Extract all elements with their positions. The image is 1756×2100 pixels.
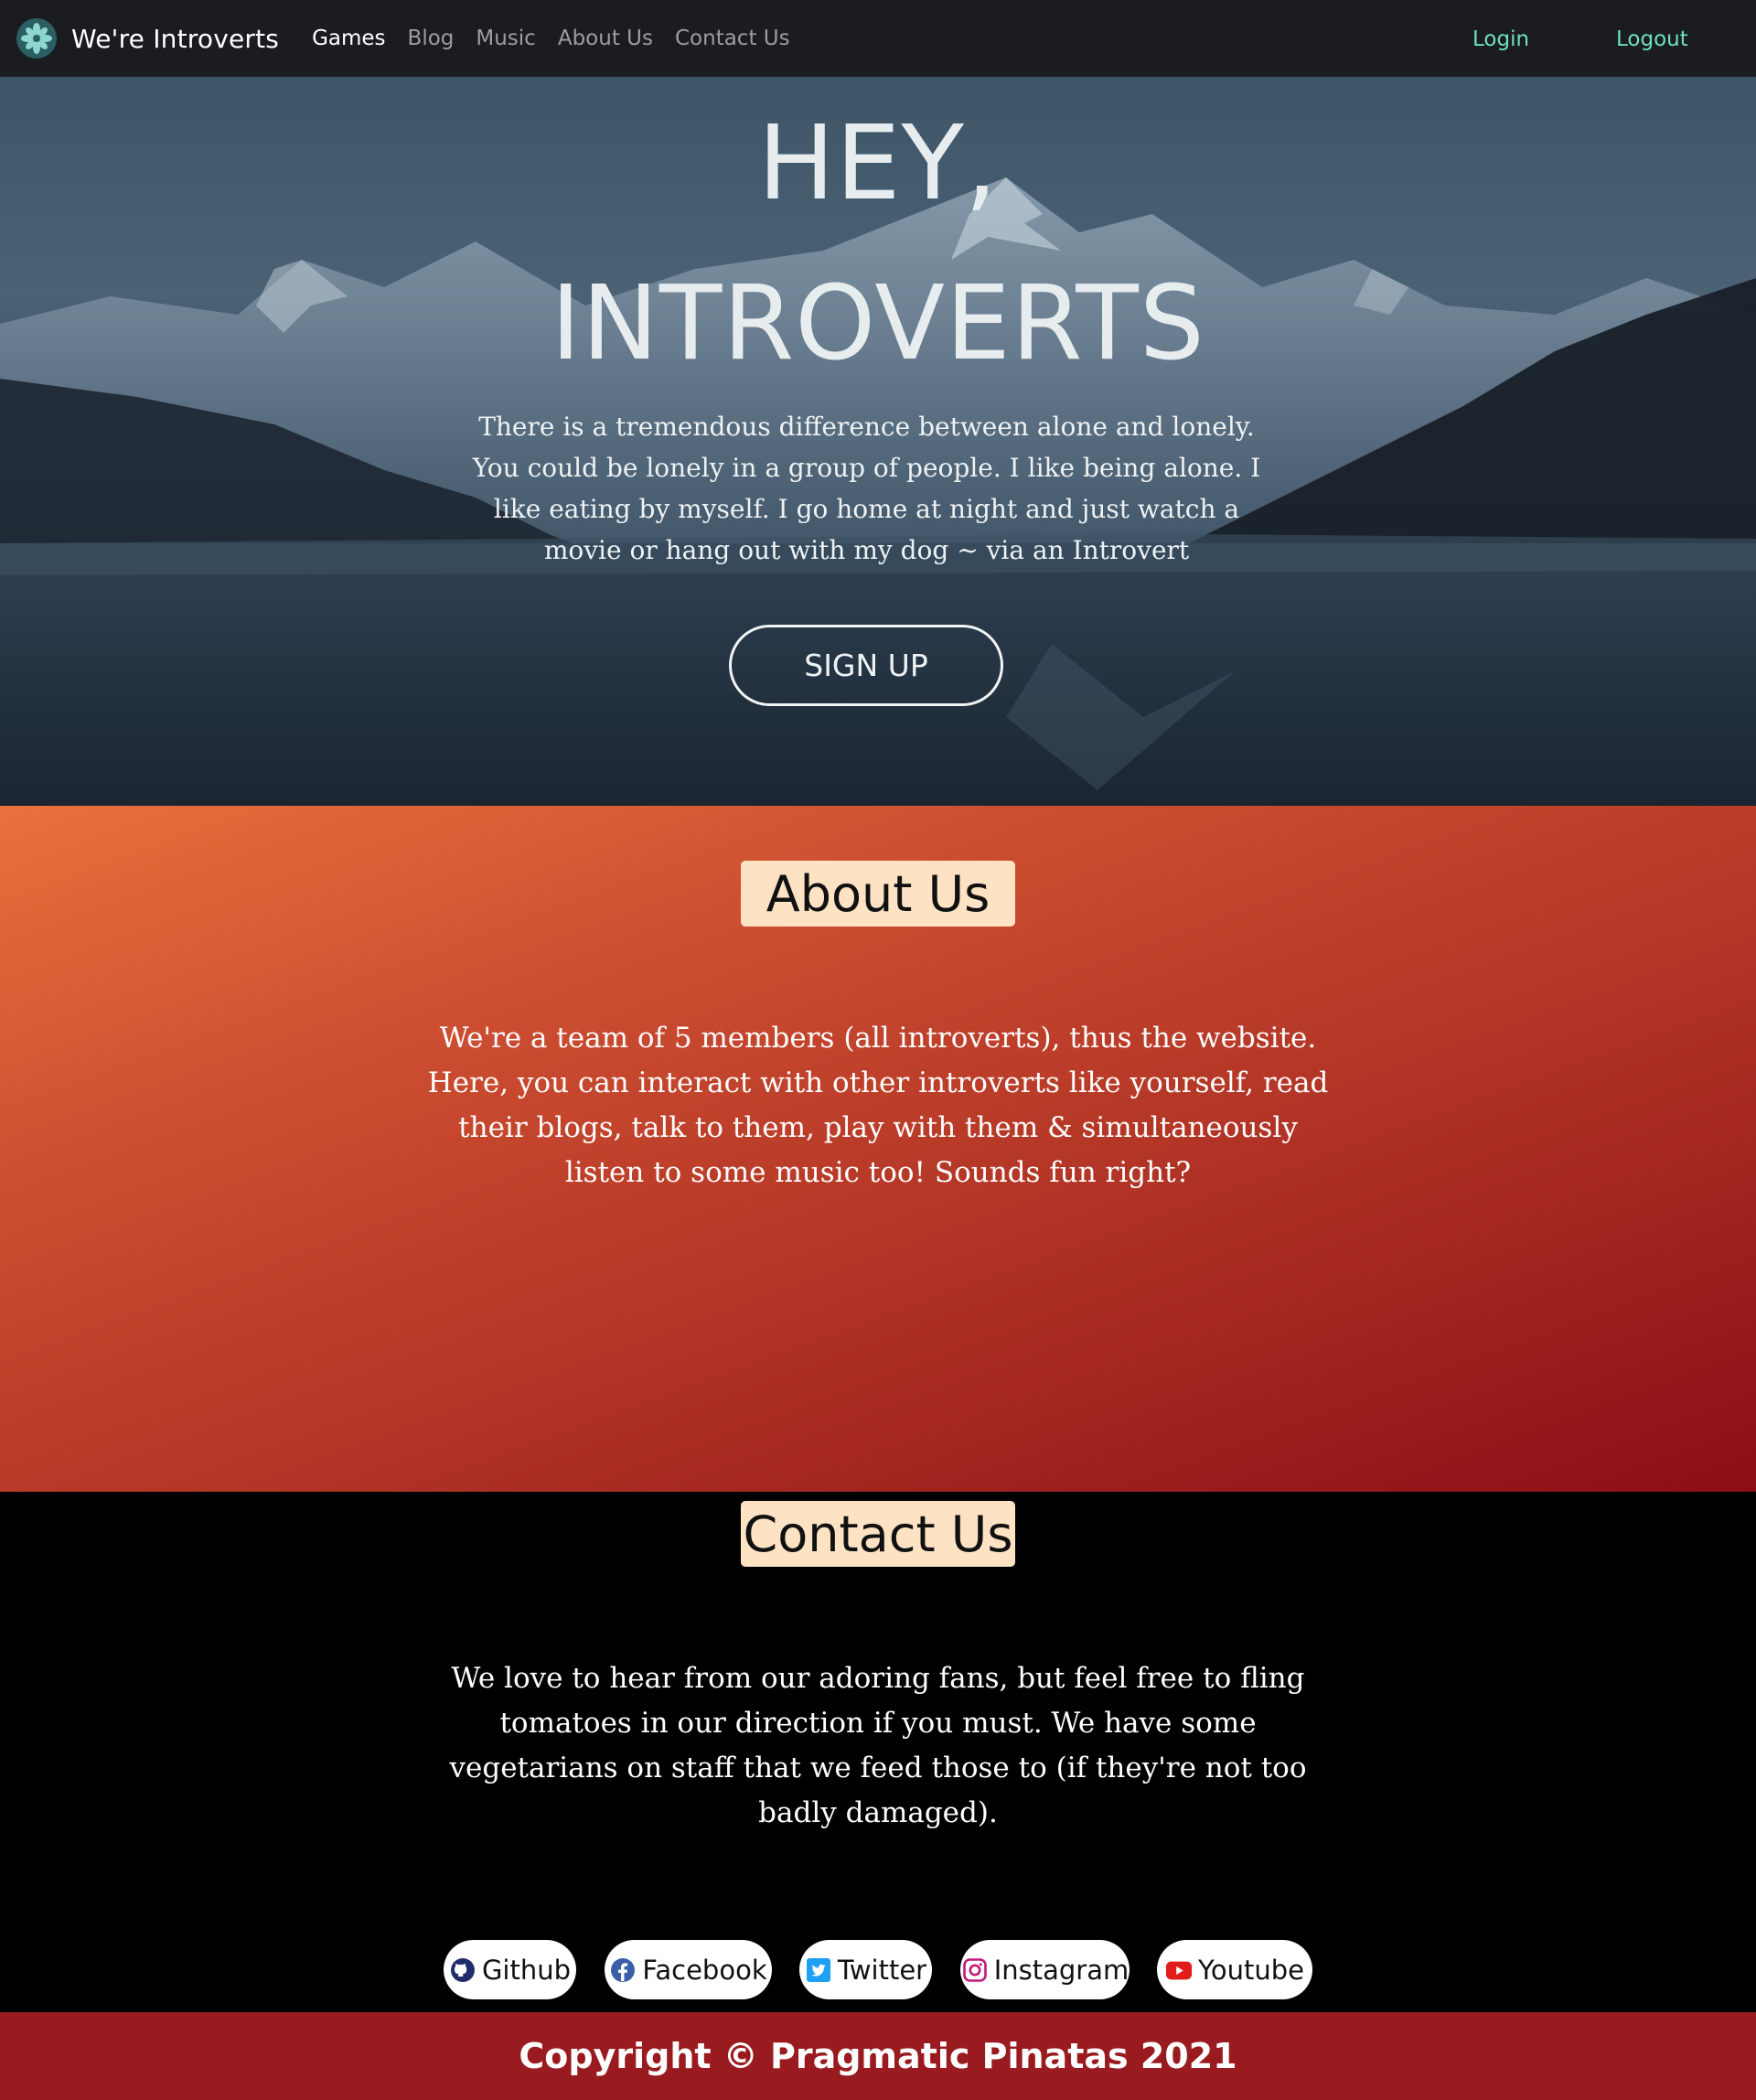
hero-title-line1: HEY, <box>757 104 999 223</box>
footer: Copyright © Pragmatic Pinatas 2021 <box>0 2012 1756 2100</box>
contact-section: Contact Us We love to hear from our ador… <box>0 1492 1756 2012</box>
nav-link-contact-us[interactable]: Contact Us <box>675 27 790 50</box>
brand-name: We're Introverts <box>71 23 280 54</box>
instagram-button[interactable]: Instagram <box>960 1940 1130 1999</box>
copyright-text: Copyright © Pragmatic Pinatas 2021 <box>519 2036 1237 2076</box>
youtube-button[interactable]: Youtube <box>1157 1940 1312 1999</box>
signup-button[interactable]: SIGN UP <box>729 625 1003 706</box>
facebook-icon <box>609 1956 637 1984</box>
github-label: Github <box>481 1954 572 1986</box>
about-title: About Us <box>741 861 1015 927</box>
instagram-label: Instagram <box>993 1954 1130 1986</box>
brand-logo-icon <box>16 18 57 59</box>
youtube-label: Youtube <box>1198 1954 1304 1986</box>
twitter-button[interactable]: Twitter <box>799 1940 932 1999</box>
contact-title: Contact Us <box>741 1501 1015 1567</box>
twitter-icon <box>805 1956 832 1984</box>
hero-section: HEY, INTROVERTS There is a tremendous di… <box>0 77 1756 806</box>
navbar: We're Introverts Games Blog Music About … <box>0 0 1756 77</box>
nav-link-about-us[interactable]: About Us <box>558 27 653 50</box>
nav-link-blog[interactable]: Blog <box>408 27 455 50</box>
nav-link-games[interactable]: Games <box>312 27 385 50</box>
logout-link[interactable]: Logout <box>1616 27 1688 51</box>
github-icon <box>449 1956 476 1984</box>
hero-title-line2: INTROVERTS <box>551 264 1205 383</box>
github-button[interactable]: Github <box>444 1940 576 1999</box>
contact-text: We love to hear from our adoring fans, b… <box>449 1662 1307 1829</box>
login-link[interactable]: Login <box>1472 27 1529 51</box>
youtube-icon <box>1165 1956 1193 1984</box>
about-text: We're a team of 5 members (all introvert… <box>427 1022 1329 1189</box>
instagram-icon <box>961 1956 989 1984</box>
nav-link-music[interactable]: Music <box>476 27 535 50</box>
social-links: Github Facebook Twitter Instagram Youtub… <box>0 1940 1756 1999</box>
twitter-label: Twitter <box>837 1954 927 1986</box>
hero-quote: There is a tremendous difference between… <box>472 412 1261 565</box>
facebook-button[interactable]: Facebook <box>605 1940 772 1999</box>
facebook-label: Facebook <box>642 1954 767 1986</box>
nav-links: Games Blog Music About Us Contact Us <box>312 27 812 50</box>
brand[interactable]: We're Introverts <box>16 18 279 59</box>
about-section: About Us We're a team of 5 members (all … <box>0 806 1756 1492</box>
